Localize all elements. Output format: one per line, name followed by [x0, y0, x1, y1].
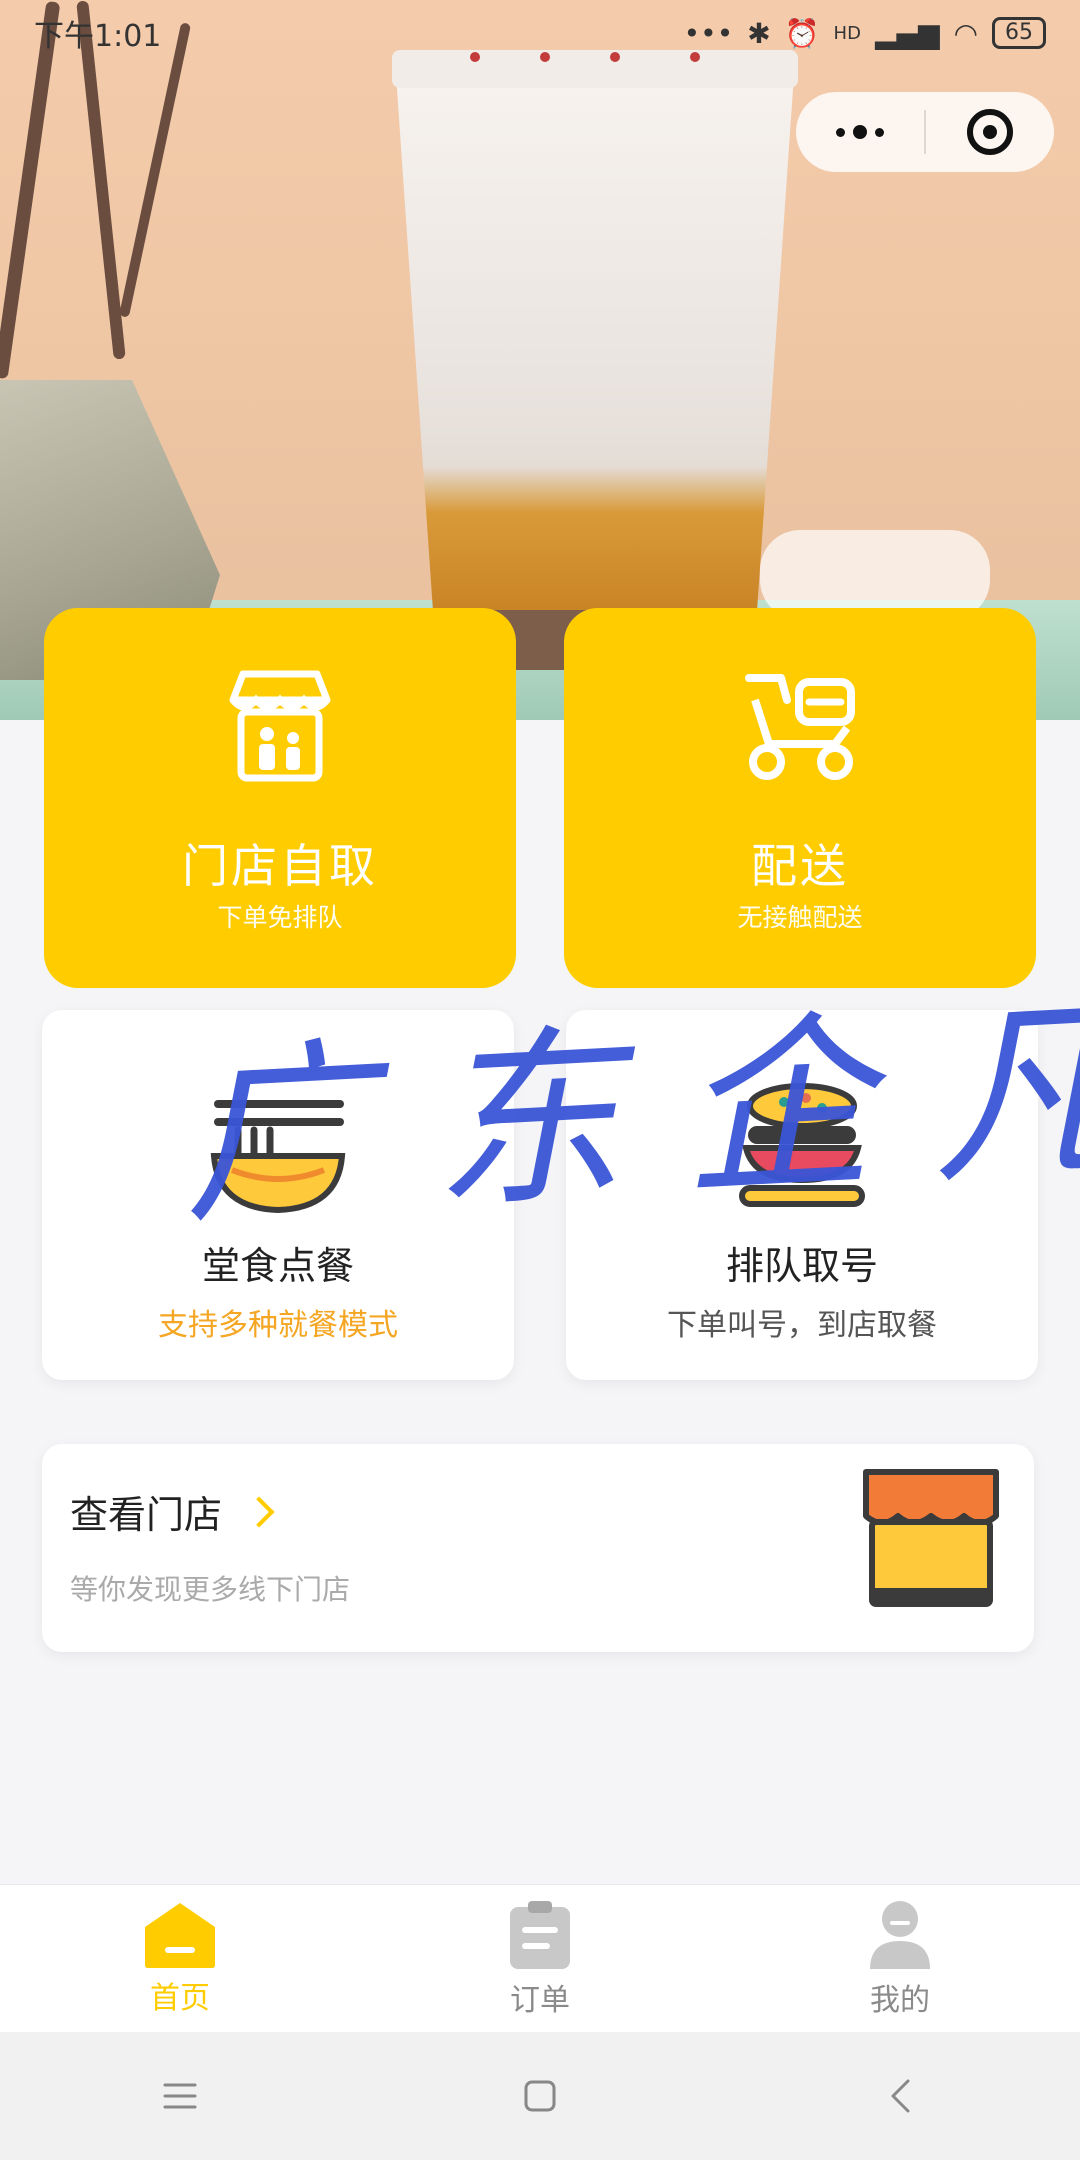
profile-icon — [870, 1900, 930, 1969]
more-notifications-icon: ••• — [683, 16, 734, 50]
view-stores-title: 查看门店 — [70, 1493, 223, 1537]
bottom-tab-bar: 首页 订单 我的 — [0, 1884, 1080, 2032]
home-icon — [145, 1902, 215, 1968]
close-button[interactable] — [926, 92, 1054, 172]
view-stores-card[interactable]: 查看门店 等你发现更多线下门店 — [42, 1444, 1034, 1652]
battery-indicator: 65 — [992, 17, 1046, 49]
back-button[interactable] — [860, 2056, 940, 2136]
hd-signal-label: HD — [833, 22, 861, 44]
shop-awning-icon — [863, 1469, 999, 1607]
order-clipboard-icon — [510, 1900, 570, 1969]
more-button[interactable] — [796, 92, 924, 172]
tab-orders[interactable]: 订单 — [360, 1885, 720, 2032]
pickup-title: 门店自取 — [182, 839, 378, 893]
delivery-subtitle: 无接触配送 — [737, 903, 863, 932]
tab-orders-label: 订单 — [510, 1982, 570, 2018]
delivery-card[interactable]: 配送 无接触配送 — [564, 608, 1036, 988]
back-arrow-icon — [891, 2079, 910, 2113]
watermark-char: 东 — [425, 1005, 627, 1237]
menu-button[interactable] — [140, 2056, 220, 2136]
menu-icon — [163, 2083, 197, 2109]
watermark-char: 企 — [675, 992, 877, 1224]
milk-tea-cup-image — [395, 60, 795, 640]
chevron-right-icon — [243, 1495, 275, 1528]
dine-in-subtitle: 支持多种就餐模式 — [158, 1308, 398, 1343]
alarm-icon: ⏰ — [784, 16, 820, 50]
system-nav-bar — [0, 2032, 1080, 2160]
wifi-icon: ◠ — [953, 16, 978, 50]
view-stores-title-row: 查看门店 — [70, 1484, 275, 1539]
pickup-card[interactable]: 门店自取 下单免排队 — [44, 608, 516, 988]
delivery-title: 配送 — [751, 839, 849, 893]
home-nav-button[interactable] — [500, 2056, 580, 2136]
watermark-char: 凡 — [924, 979, 1080, 1211]
tab-mine[interactable]: 我的 — [720, 1885, 1080, 2032]
status-bar: 下午1:01 ••• ✱ ⏰ HD ▂▄▆ ◠ 65 — [0, 0, 1080, 66]
square-home-icon — [524, 2080, 556, 2112]
miniprogram-capsule — [796, 92, 1054, 172]
storefront-icon — [229, 670, 331, 782]
pickup-subtitle: 下单免排队 — [217, 903, 343, 932]
watermark-char: 广 — [175, 1018, 378, 1250]
status-icons: ••• ✱ ⏰ HD ▂▄▆ ◠ 65 — [684, 17, 1046, 50]
bluetooth-icon: ✱ — [747, 16, 771, 50]
queue-title: 排队取号 — [725, 1244, 878, 1288]
scooter-icon — [745, 674, 855, 780]
view-stores-subtitle: 等你发现更多线下门店 — [70, 1573, 351, 1606]
tab-mine-label: 我的 — [870, 1982, 930, 2018]
cell-signal-icon: ▂▄▆ — [874, 16, 940, 50]
more-dots-icon — [836, 125, 884, 139]
status-time: 下午1:01 — [34, 19, 162, 54]
watermark-text: 广 东 企 凡 — [173, 936, 1080, 1260]
branch-decoration — [118, 22, 192, 318]
target-close-icon — [966, 109, 1013, 155]
tab-home[interactable]: 首页 — [0, 1885, 360, 2032]
tab-home-label: 首页 — [150, 1980, 210, 2016]
ice-decoration — [760, 530, 990, 620]
queue-subtitle: 下单叫号，到店取餐 — [667, 1308, 937, 1343]
